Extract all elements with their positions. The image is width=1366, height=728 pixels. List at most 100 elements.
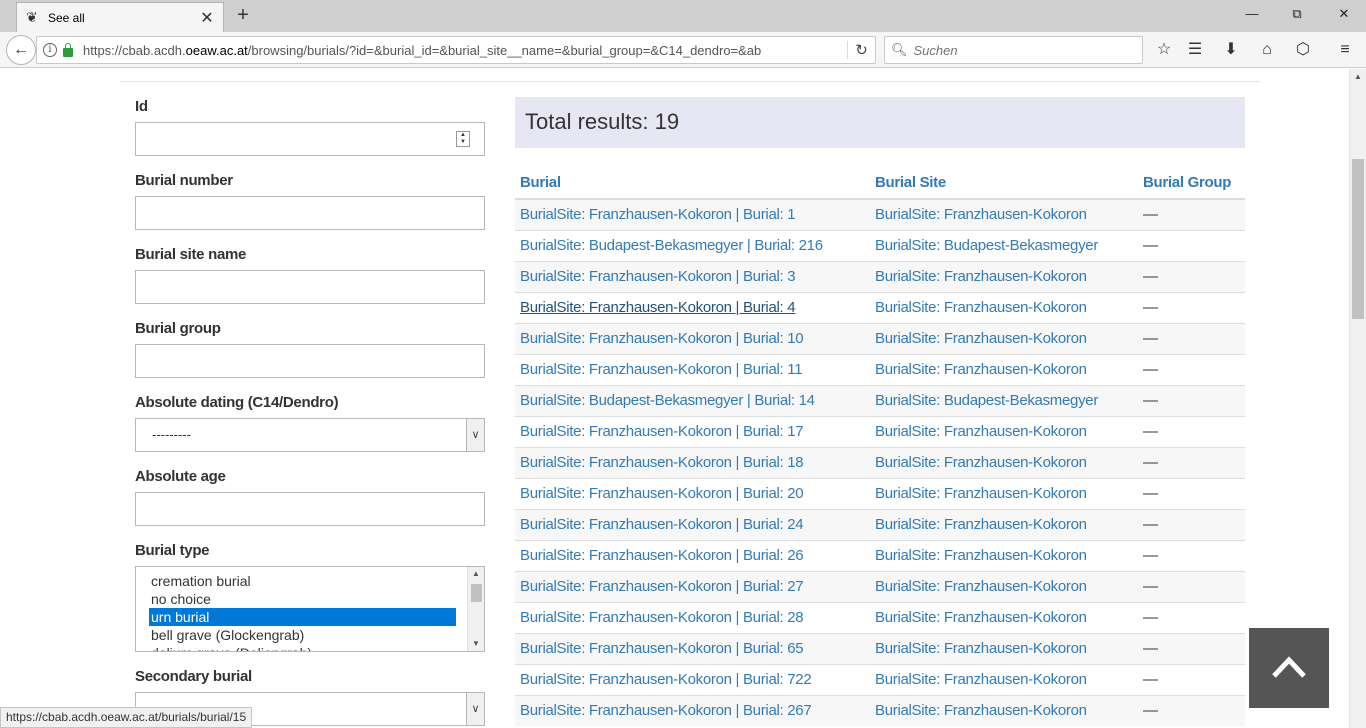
burial-site-link[interactable]: BurialSite: Franzhausen-Kokoron [870, 477, 1138, 509]
search-bar[interactable]: 🔍︎ [884, 36, 1143, 64]
scroll-up-icon[interactable]: ▲ [1350, 69, 1366, 85]
back-button[interactable]: ← [6, 35, 36, 65]
burial-site-link[interactable]: BurialSite: Franzhausen-Kokoron [870, 663, 1138, 695]
burial-site-name-label: Burial site name [135, 246, 247, 263]
column-header-burial-site[interactable]: Burial Site [870, 167, 1138, 200]
burial-group-cell: — [1138, 353, 1245, 385]
burial-site-link[interactable]: BurialSite: Franzhausen-Kokoron [870, 198, 1138, 230]
burial-type-option[interactable]: cremation burial [149, 572, 456, 590]
burial-number-field[interactable] [135, 196, 485, 230]
close-window-icon[interactable]: ✕ [1334, 6, 1354, 24]
burial-link[interactable]: BurialSite: Budapest-Bekasmegyer | Buria… [515, 229, 870, 261]
burial-type-multiselect[interactable]: cremation burial no choice urn burial be… [135, 566, 485, 652]
tab-title: See all [48, 10, 85, 25]
navigation-bar: ← i https://cbab.acdh.oeaw.ac.at/browsin… [0, 32, 1366, 68]
burial-site-link[interactable]: BurialSite: Franzhausen-Kokoron [870, 601, 1138, 633]
reload-icon[interactable]: ↻ [847, 41, 875, 59]
burial-site-link[interactable]: BurialSite: Franzhausen-Kokoron [870, 694, 1138, 726]
page-scrollbar[interactable]: ▲ [1349, 69, 1366, 728]
burial-type-option[interactable]: no choice [149, 590, 456, 608]
burial-site-link[interactable]: BurialSite: Franzhausen-Kokoron [870, 322, 1138, 354]
burial-link[interactable]: BurialSite: Franzhausen-Kokoron | Burial… [515, 570, 870, 602]
burial-site-link[interactable]: BurialSite: Franzhausen-Kokoron [870, 353, 1138, 385]
reading-list-icon[interactable]: ☰ [1184, 40, 1206, 60]
burial-group-cell: — [1138, 322, 1245, 354]
burial-link[interactable]: BurialSite: Franzhausen-Kokoron | Burial… [515, 260, 870, 292]
column-header-burial[interactable]: Burial [515, 167, 870, 200]
absolute-age-field[interactable] [135, 492, 485, 526]
back-to-top-button[interactable] [1249, 628, 1329, 708]
burial-site-link[interactable]: BurialSite: Franzhausen-Kokoron [870, 508, 1138, 540]
new-tab-button[interactable]: + [232, 4, 254, 26]
burial-site-link[interactable]: BurialSite: Franzhausen-Kokoron [870, 570, 1138, 602]
burial-site-link[interactable]: BurialSite: Franzhausen-Kokoron [870, 415, 1138, 447]
scroll-up-icon[interactable]: ▲ [468, 567, 484, 581]
results-body: BurialSite: Franzhausen-Kokoron | Burial… [515, 198, 1245, 726]
multiselect-scrollbar[interactable]: ▲ ▼ [467, 567, 484, 651]
scroll-down-icon[interactable]: ▼ [468, 637, 484, 651]
burial-link[interactable]: BurialSite: Franzhausen-Kokoron | Burial… [515, 477, 870, 509]
pocket-icon[interactable]: ⬡ [1292, 40, 1314, 60]
id-label: Id [135, 98, 148, 115]
burial-site-link[interactable]: BurialSite: Franzhausen-Kokoron [870, 632, 1138, 664]
burial-link[interactable]: BurialSite: Franzhausen-Kokoron | Burial… [515, 632, 870, 664]
burial-link[interactable]: BurialSite: Franzhausen-Kokoron | Burial… [515, 353, 870, 385]
burial-type-label: Burial type [135, 542, 210, 559]
absolute-dating-select[interactable]: --------- ∨ [135, 418, 485, 452]
absolute-dating-label: Absolute dating (C14/Dendro) [135, 394, 339, 411]
scrollbar-thumb[interactable] [1352, 159, 1364, 319]
minimize-icon[interactable]: — [1242, 6, 1262, 24]
number-spinner-icon[interactable]: ▲ ▼ [456, 131, 470, 147]
bookmark-star-icon[interactable]: ☆ [1153, 40, 1175, 60]
burial-type-option[interactable]: dolium grave (Doliengrab) [149, 644, 456, 651]
results-table: Burial Burial Site Burial Group BurialSi… [515, 167, 1245, 726]
burial-site-link[interactable]: BurialSite: Budapest-Bekasmegyer [870, 384, 1138, 416]
burial-site-link[interactable]: BurialSite: Franzhausen-Kokoron [870, 291, 1138, 323]
lock-icon [63, 42, 73, 57]
url-text[interactable]: https://cbab.acdh.oeaw.ac.at/browsing/bu… [83, 43, 847, 58]
id-field[interactable]: ▲ ▼ [135, 122, 485, 156]
table-row: BurialSite: Franzhausen-Kokoron | Burial… [515, 539, 1245, 571]
close-tab-icon[interactable]: ✕ [197, 8, 217, 28]
chevron-up-icon [1272, 656, 1306, 678]
burial-site-link[interactable]: BurialSite: Budapest-Bekasmegyer [870, 229, 1138, 261]
table-row: BurialSite: Franzhausen-Kokoron | Burial… [515, 570, 1245, 602]
menu-icon[interactable]: ≡ [1334, 40, 1356, 60]
table-row: BurialSite: Franzhausen-Kokoron | Burial… [515, 260, 1245, 292]
browser-tab[interactable]: ❦ See all ✕ [16, 2, 224, 32]
burial-link[interactable]: BurialSite: Franzhausen-Kokoron | Burial… [515, 663, 870, 695]
burial-link[interactable]: BurialSite: Franzhausen-Kokoron | Burial… [515, 322, 870, 354]
burial-group-field[interactable] [135, 344, 485, 378]
tab-bar: ❦ See all ✕ + — ⧉ ✕ [0, 0, 1366, 32]
burial-group-cell: — [1138, 477, 1245, 509]
restore-icon[interactable]: ⧉ [1287, 6, 1307, 24]
burial-link[interactable]: BurialSite: Franzhausen-Kokoron | Burial… [515, 539, 870, 571]
search-icon: 🔍︎ [891, 42, 908, 57]
home-icon[interactable]: ⌂ [1256, 40, 1278, 60]
burial-site-link[interactable]: BurialSite: Franzhausen-Kokoron [870, 539, 1138, 571]
burial-link[interactable]: BurialSite: Franzhausen-Kokoron | Burial… [515, 694, 870, 726]
table-row: BurialSite: Franzhausen-Kokoron | Burial… [515, 508, 1245, 540]
burial-link[interactable]: BurialSite: Franzhausen-Kokoron | Burial… [515, 508, 870, 540]
download-icon[interactable]: ⬇︎ [1220, 40, 1242, 60]
column-header-burial-group[interactable]: Burial Group [1138, 167, 1245, 200]
info-icon[interactable]: i [43, 43, 57, 57]
burial-link[interactable]: BurialSite: Franzhausen-Kokoron | Burial… [515, 601, 870, 633]
table-row: BurialSite: Franzhausen-Kokoron | Burial… [515, 446, 1245, 478]
burial-group-cell: — [1138, 539, 1245, 571]
burial-link[interactable]: BurialSite: Franzhausen-Kokoron | Burial… [515, 446, 870, 478]
burial-link[interactable]: BurialSite: Franzhausen-Kokoron | Burial… [515, 198, 870, 230]
secondary-burial-label: Secondary burial [135, 668, 252, 685]
search-input[interactable] [913, 42, 1134, 58]
burial-type-option[interactable]: bell grave (Glockengrab) [149, 626, 456, 644]
burial-site-link[interactable]: BurialSite: Franzhausen-Kokoron [870, 260, 1138, 292]
burial-type-option-selected[interactable]: urn burial [149, 608, 456, 626]
url-bar[interactable]: i https://cbab.acdh.oeaw.ac.at/browsing/… [36, 36, 876, 64]
burial-group-cell: — [1138, 601, 1245, 633]
burial-link[interactable]: BurialSite: Budapest-Bekasmegyer | Buria… [515, 384, 870, 416]
burial-link[interactable]: BurialSite: Franzhausen-Kokoron | Burial… [515, 415, 870, 447]
scrollbar-thumb[interactable] [471, 584, 482, 602]
burial-link[interactable]: BurialSite: Franzhausen-Kokoron | Burial… [515, 291, 870, 323]
burial-site-name-field[interactable] [135, 270, 485, 304]
burial-site-link[interactable]: BurialSite: Franzhausen-Kokoron [870, 446, 1138, 478]
